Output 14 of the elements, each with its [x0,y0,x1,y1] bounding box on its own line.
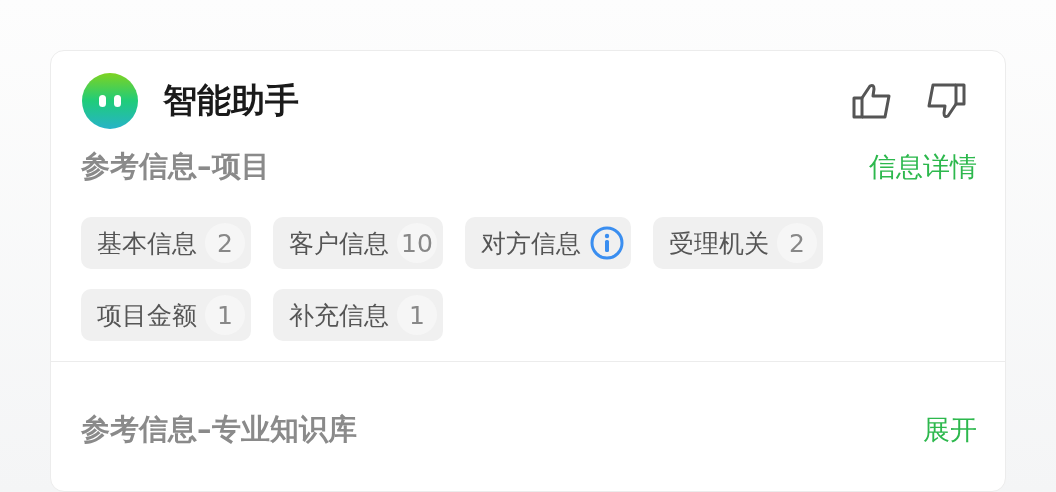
section-title: 参考信息–项目 [81,148,270,185]
info-tag[interactable]: 基本信息 2 [81,217,251,269]
info-tag[interactable]: 客户信息 10 [273,217,443,269]
section-title: 参考信息–专业知识库 [81,411,357,448]
count-badge: 1 [205,295,245,335]
info-tag[interactable]: 补充信息 1 [273,289,443,341]
info-tag[interactable]: 项目金额 1 [81,289,251,341]
count-badge: 2 [777,223,817,263]
count-badge: 1 [397,295,437,335]
count-badge: 10 [397,223,437,263]
count-badge: 2 [205,223,245,263]
info-tag[interactable]: 对方信息 [465,217,631,269]
info-tag[interactable]: 受理机关 2 [653,217,823,269]
card-title: 智能助手 [163,79,300,122]
